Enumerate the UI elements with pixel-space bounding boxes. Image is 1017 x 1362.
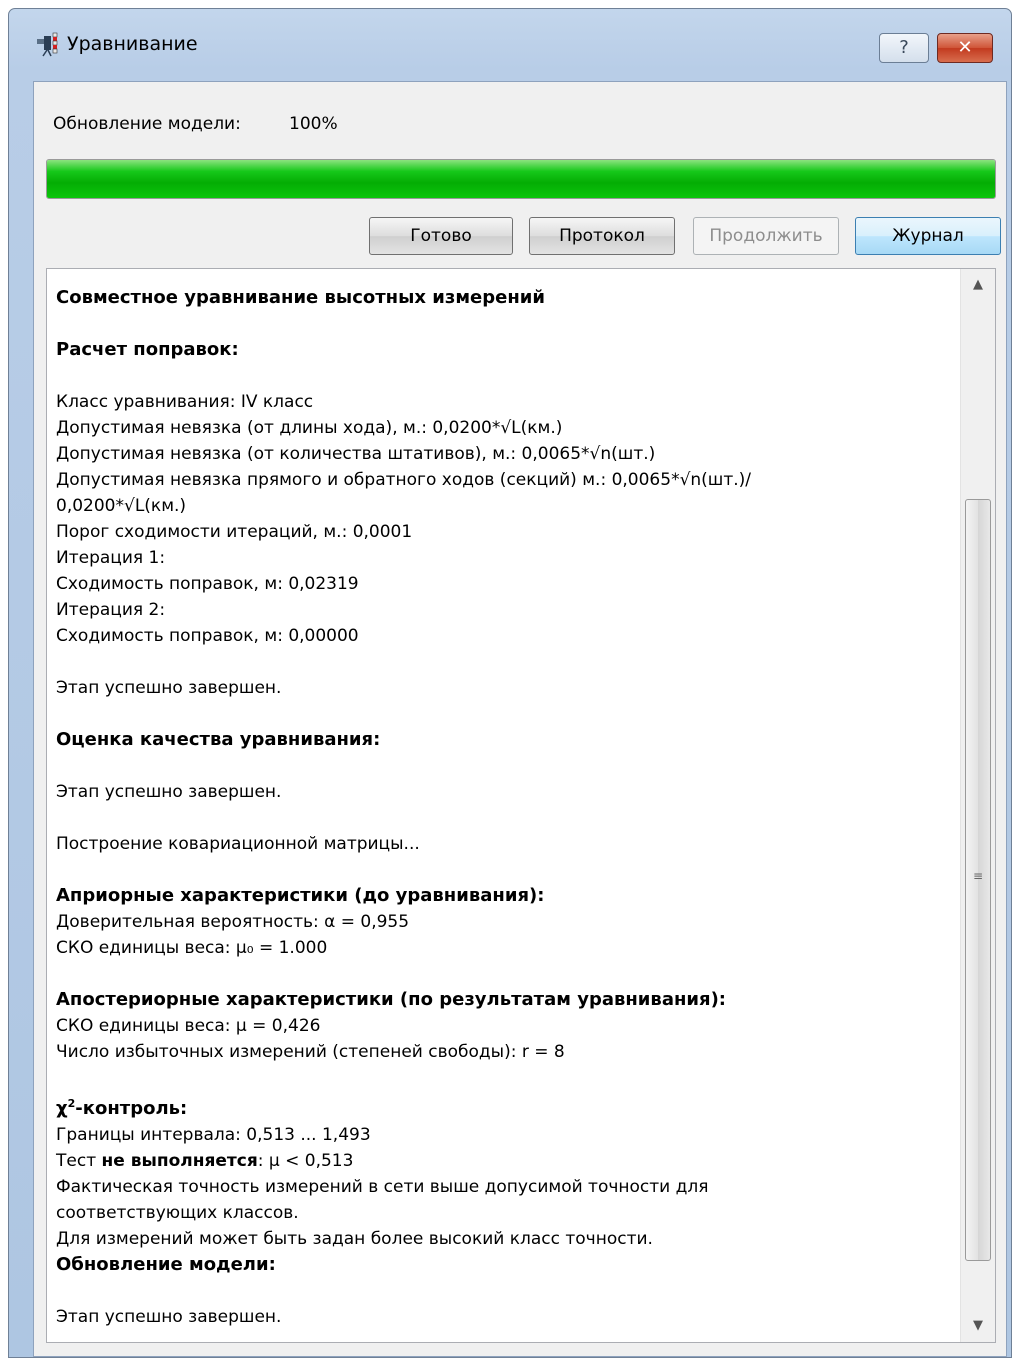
log-line: соответствующих классов. xyxy=(56,1203,299,1223)
close-icon: ✕ xyxy=(957,37,973,58)
scroll-down-icon[interactable]: ▼ xyxy=(961,1312,995,1340)
log-line: Класс уравнивания: IV класс xyxy=(56,392,314,412)
log-line: Допустимая невязка прямого и обратного х… xyxy=(56,470,752,490)
log-section-title: Априорные характеристики (до уравнивания… xyxy=(56,885,545,906)
close-button[interactable]: ✕ xyxy=(937,33,993,63)
status-percent: 100% xyxy=(289,114,338,134)
log-line: Этап успешно завершен. xyxy=(56,1307,282,1327)
log-scrollbar[interactable]: ▲ ≡ ▼ xyxy=(960,269,995,1342)
level-app-icon xyxy=(37,32,58,57)
done-button[interactable]: Готово xyxy=(369,217,513,255)
scroll-grip-icon: ≡ xyxy=(973,869,984,883)
log-section-title: Расчет поправок: xyxy=(56,339,239,360)
chi-symbol: χ xyxy=(56,1098,68,1119)
test-suffix: : μ < 0,513 xyxy=(257,1151,354,1171)
log-section-title: Обновление модели: xyxy=(56,1254,276,1275)
scroll-thumb[interactable]: ≡ xyxy=(965,499,991,1261)
log-line: Этап успешно завершен. xyxy=(56,678,282,698)
log-line: Число избыточных измерений (степеней сво… xyxy=(56,1042,565,1062)
log-line-test: Тест не выполняется: μ < 0,513 xyxy=(56,1148,955,1174)
protocol-button[interactable]: Протокол xyxy=(529,217,675,255)
scroll-up-icon[interactable]: ▲ xyxy=(961,271,995,299)
log-line: Фактическая точность измерений в сети вы… xyxy=(56,1177,709,1197)
log-line: Итерация 2: xyxy=(56,600,166,620)
log-line: Доверительная вероятность: α = 0,955 xyxy=(56,912,410,932)
log-line: Для измерений может быть задан более выс… xyxy=(56,1229,653,1249)
log-section-title-chi: χ2-контроль: xyxy=(56,1091,955,1122)
log-line: Сходимость поправок, м: 0,00000 xyxy=(56,626,359,646)
log-line: 0,0200*√L(км.) xyxy=(56,496,187,516)
progress-fill xyxy=(47,160,995,198)
log-content: Совместное уравнивание высотных измерени… xyxy=(56,285,955,1330)
title-bar[interactable]: Уравнивание ? ✕ xyxy=(9,9,1011,79)
journal-button[interactable]: Журнал xyxy=(855,217,1001,255)
log-line: Построение ковариационной матрицы... xyxy=(56,834,420,854)
log-line: Этап успешно завершен. xyxy=(56,782,282,802)
log-section-title: Оценка качества уравнивания: xyxy=(56,729,381,750)
log-line: Допустимая невязка (от длины хода), м.: … xyxy=(56,418,563,438)
help-button[interactable]: ? xyxy=(879,33,929,63)
log-section-title: Апостериорные характеристики (по результ… xyxy=(56,989,726,1010)
log-line: Итерация 1: xyxy=(56,548,166,568)
status-label: Обновление модели: xyxy=(53,114,241,134)
dialog-body: Обновление модели: 100% Готово Протокол … xyxy=(33,81,1007,1357)
continue-button[interactable]: Продолжить xyxy=(693,217,839,255)
log-panel[interactable]: Совместное уравнивание высотных измерени… xyxy=(46,268,996,1343)
log-line: СКО единицы веса: μ = 0,426 xyxy=(56,1016,321,1036)
log-line: Границы интервала: 0,513 ... 1,493 xyxy=(56,1125,371,1145)
log-line: Порог сходимости итераций, м.: 0,0001 xyxy=(56,522,413,542)
help-icon: ? xyxy=(899,37,909,58)
window-title: Уравнивание xyxy=(67,33,198,55)
progress-bar xyxy=(46,159,996,199)
log-line: СКО единицы веса: μ₀ = 1.000 xyxy=(56,938,328,958)
log-line: Допустимая невязка (от количества штатив… xyxy=(56,444,656,464)
chi-title-rest: -контроль: xyxy=(75,1098,188,1119)
log-heading: Совместное уравнивание высотных измерени… xyxy=(56,287,546,308)
log-line: Сходимость поправок, м: 0,02319 xyxy=(56,574,359,594)
test-prefix: Тест xyxy=(56,1151,102,1171)
test-failed-label: не выполняется xyxy=(101,1151,258,1171)
dialog-window: Уравнивание ? ✕ Обновление модели: 100% … xyxy=(8,8,1012,1358)
